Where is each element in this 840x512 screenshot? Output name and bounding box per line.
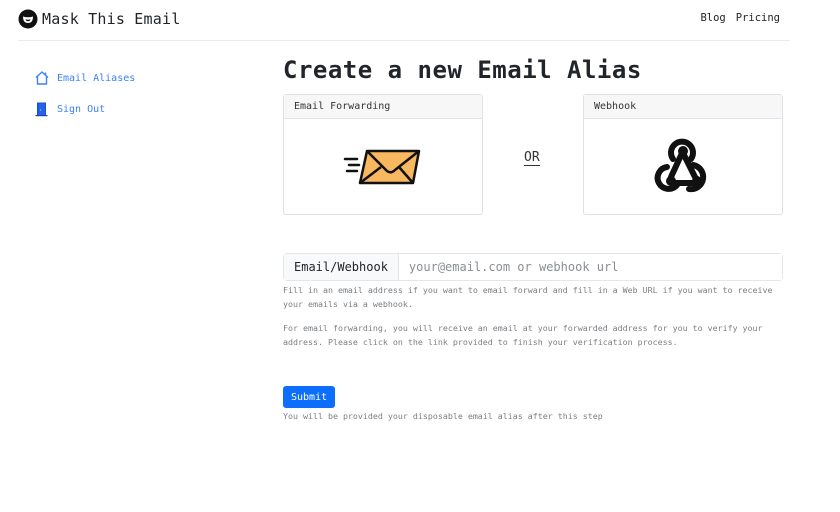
brand-name: Mask This Email <box>42 10 181 28</box>
help-text-verification: For email forwarding, you will receive a… <box>283 323 763 347</box>
input-label: Email/Webhook <box>284 254 399 280</box>
card-body <box>284 119 482 214</box>
email-webhook-input-group: Email/Webhook <box>283 253 783 281</box>
email-webhook-input[interactable] <box>398 254 782 280</box>
card-header: Webhook <box>584 95 782 119</box>
page-title: Create a new Email Alias <box>283 56 642 84</box>
sidebar-item-sign-out[interactable]: Sign Out <box>34 99 135 119</box>
submit-button[interactable]: Submit <box>283 386 336 408</box>
or-label: OR <box>524 150 540 166</box>
webhook-icon <box>654 138 707 192</box>
email-forwarding-card[interactable]: Email Forwarding <box>283 94 483 215</box>
home-icon <box>35 71 49 85</box>
help-text-forwarding-webhook: Fill in an email address if you want to … <box>283 285 773 309</box>
card-header: Email Forwarding <box>284 95 482 119</box>
sidebar: Email Aliases Sign Out <box>34 68 135 130</box>
sidebar-item-label: Email Aliases <box>57 72 136 84</box>
navbar: Mask This Email Blog Pricing <box>18 0 790 41</box>
envelope-icon <box>343 149 421 184</box>
sidebar-item-label: Sign Out <box>57 103 106 115</box>
mask-logo-icon <box>18 9 38 29</box>
nav-link-pricing[interactable]: Pricing <box>736 12 780 24</box>
alias-type-cards: Email Forwarding OR Webhook <box>283 94 783 216</box>
nav-link-blog[interactable]: Blog <box>700 12 725 24</box>
sidebar-item-email-aliases[interactable]: Email Aliases <box>34 68 135 88</box>
main-content: Create a new Email Alias Email Forwardin… <box>283 55 783 421</box>
brand[interactable]: Mask This Email <box>18 9 180 29</box>
nav-links: Blog Pricing <box>700 12 780 24</box>
webhook-card[interactable]: Webhook <box>583 94 783 215</box>
card-body <box>584 119 782 214</box>
door-icon <box>35 102 48 117</box>
submit-note: You will be provided your disposable ema… <box>283 411 603 421</box>
